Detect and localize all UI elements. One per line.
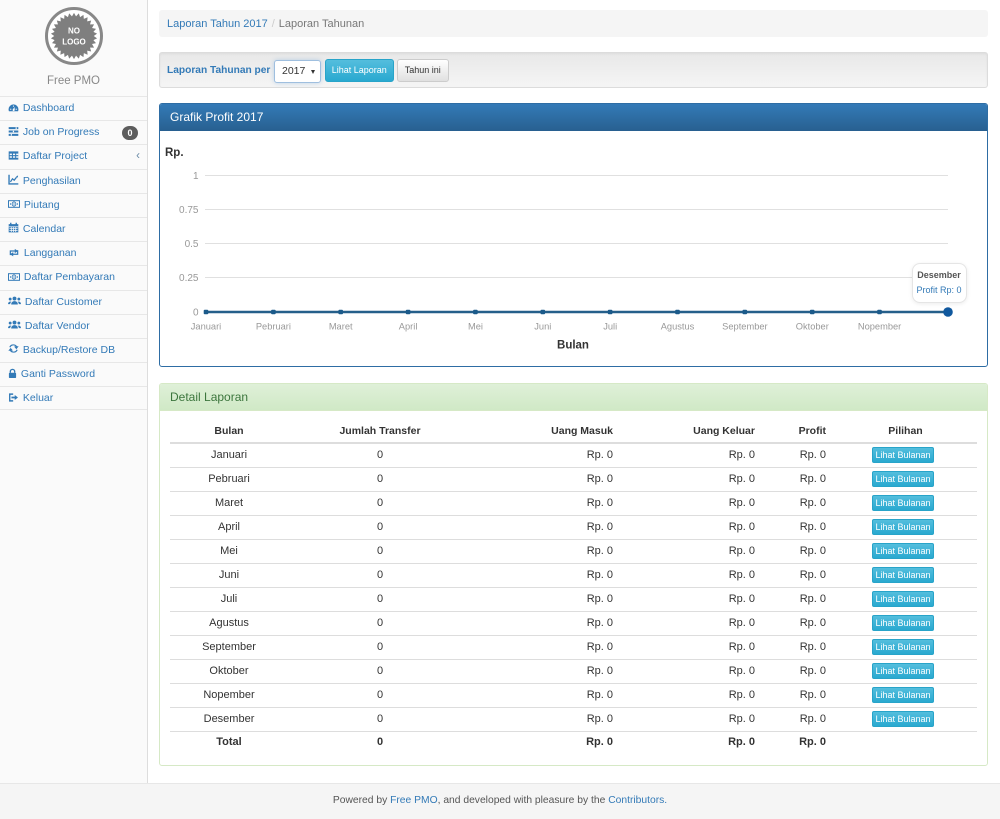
svg-text:NO: NO (68, 27, 80, 36)
svg-text:April: April (399, 322, 418, 332)
svg-text:0.75: 0.75 (179, 205, 199, 216)
svg-text:September: September (722, 322, 767, 332)
svg-text:Bulan: Bulan (557, 340, 589, 352)
svg-text:Nopember: Nopember (858, 322, 901, 332)
svg-text:Juni: Juni (534, 322, 551, 332)
svg-text:Oktober: Oktober (796, 322, 829, 332)
svg-text:1: 1 (193, 171, 199, 182)
svg-text:0: 0 (193, 308, 199, 319)
svg-text:0.5: 0.5 (185, 239, 199, 250)
svg-text:LOGO: LOGO (62, 38, 86, 47)
svg-text:Pebruari: Pebruari (256, 322, 291, 332)
svg-text:Januari: Januari (191, 322, 222, 332)
svg-text:0.25: 0.25 (179, 273, 199, 284)
svg-text:Agustus: Agustus (661, 322, 695, 332)
svg-text:Maret: Maret (329, 322, 353, 332)
svg-text:Rp.: Rp. (165, 147, 184, 159)
svg-text:Juli: Juli (603, 322, 617, 332)
svg-text:Mei: Mei (468, 322, 483, 332)
